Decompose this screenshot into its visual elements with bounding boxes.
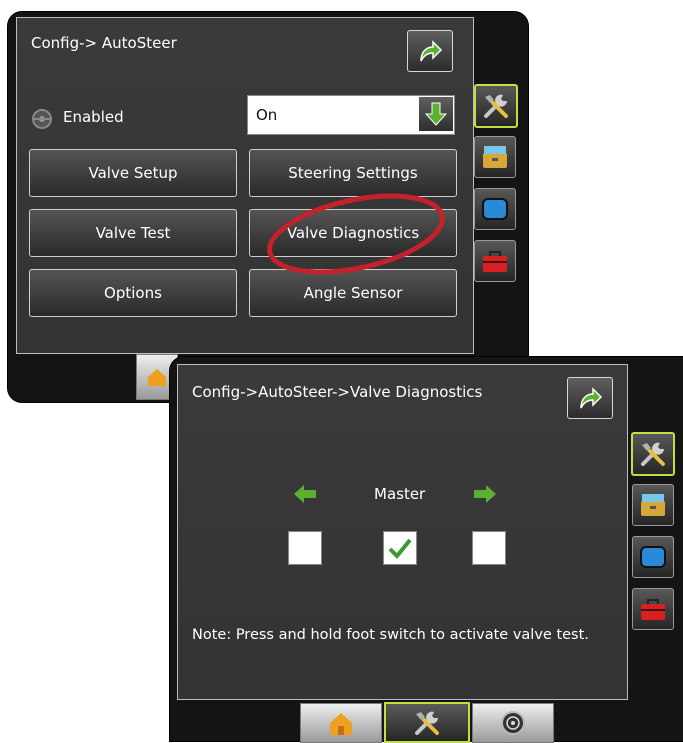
enabled-select[interactable]: On (247, 95, 455, 135)
options-button[interactable]: Options (29, 269, 237, 317)
enabled-select-value: On (256, 106, 278, 124)
note-text: Note: Press and hold foot switch to acti… (192, 627, 589, 643)
toolbox-icon (641, 599, 665, 620)
left-valve-checkbox[interactable] (288, 531, 322, 565)
diagnostics-screen: Config->AutoSteer->Valve Diagnostics Mas… (170, 357, 683, 743)
tools-icon (484, 94, 508, 118)
master-valve-checkbox[interactable] (383, 531, 417, 565)
side-tab-tools[interactable] (474, 84, 518, 128)
home-icon (330, 713, 352, 735)
side-tab-tools[interactable] (631, 432, 675, 476)
display-icon (482, 198, 508, 220)
console-icon (641, 494, 665, 516)
checkmark-icon (388, 538, 412, 559)
dropdown-button[interactable] (419, 97, 453, 131)
gauge-icon (501, 711, 525, 735)
back-arrow-icon (420, 40, 443, 62)
next-valve-button[interactable] (472, 483, 498, 505)
diagnostics-panel: Config->AutoSteer->Valve Diagnostics Mas… (177, 364, 628, 700)
arrow-right-icon (474, 485, 496, 503)
console-icon (483, 146, 507, 168)
side-tab-display[interactable] (474, 188, 516, 230)
previous-valve-button[interactable] (292, 483, 318, 505)
highlight-ellipse (267, 193, 445, 275)
valve-label: Master (374, 485, 426, 503)
back-arrow-icon (580, 387, 603, 409)
home-icon (148, 369, 166, 386)
enabled-label: Enabled (63, 108, 124, 126)
tools-icon (415, 711, 439, 735)
page-title: Config-> AutoSteer (31, 34, 177, 52)
autosteer-panel: Config-> AutoSteer Enabled On Valve Setu… (16, 17, 474, 354)
bottom-tab-gauge[interactable] (472, 703, 554, 743)
right-valve-checkbox[interactable] (472, 531, 506, 565)
autosteer-screen: Config-> AutoSteer Enabled On Valve Setu… (8, 12, 528, 402)
toolbox-icon (483, 251, 507, 272)
display-icon (640, 546, 666, 568)
diagnostics-title: Config->AutoSteer->Valve Diagnostics (192, 383, 483, 401)
bottom-tab-home[interactable] (300, 703, 382, 743)
valve-test-button[interactable]: Valve Test (29, 209, 237, 257)
side-tab-toolbox[interactable] (632, 588, 674, 630)
tools-icon (641, 442, 665, 466)
back-button[interactable] (407, 30, 453, 72)
side-tab-toolbox[interactable] (474, 240, 516, 282)
side-tab-console[interactable] (632, 484, 674, 526)
valve-setup-button[interactable]: Valve Setup (29, 149, 237, 197)
side-tab-display[interactable] (632, 536, 674, 578)
chevron-down-icon (425, 102, 447, 126)
side-tab-console[interactable] (474, 136, 516, 178)
back-button[interactable] (567, 377, 613, 419)
bottom-tab-tools[interactable] (384, 702, 470, 743)
arrow-left-icon (294, 485, 316, 503)
steering-wheel-icon (31, 108, 53, 130)
